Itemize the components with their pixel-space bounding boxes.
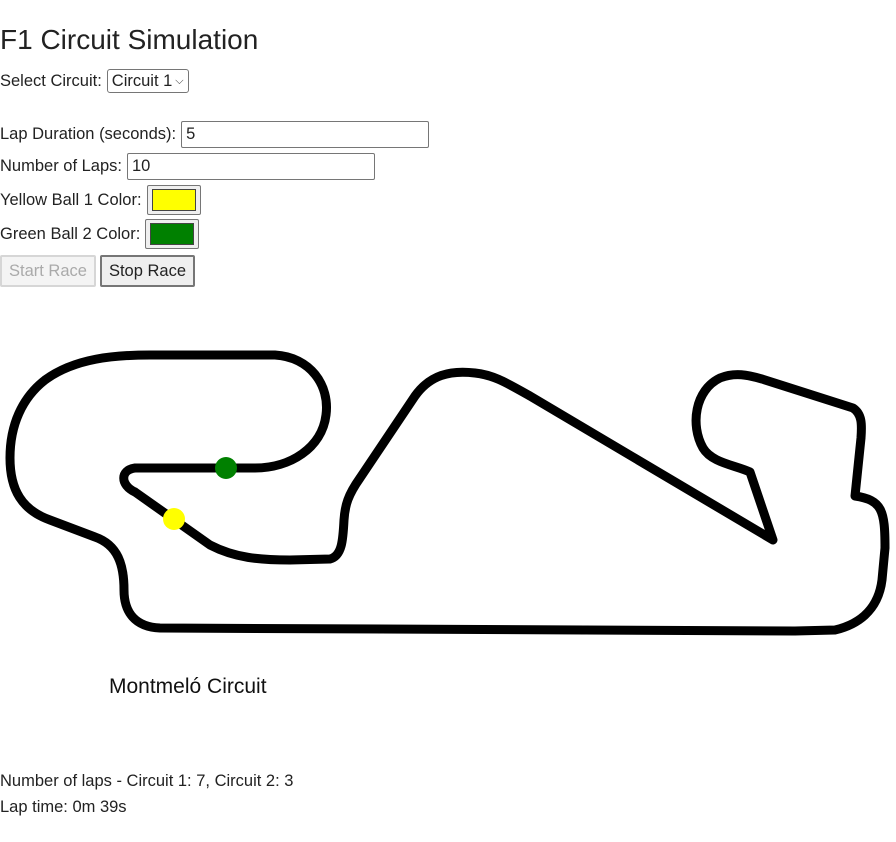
circuit-select[interactable]: Circuit 1 ⌵	[106, 69, 189, 93]
ball2-color-picker[interactable]	[145, 219, 200, 249]
ball1-color-picker[interactable]	[146, 185, 201, 215]
page-title: F1 Circuit Simulation	[0, 24, 259, 55]
green-ball	[215, 457, 237, 479]
lap-time-status: Lap time: 0m 39s	[0, 798, 127, 816]
lap-duration-input[interactable]: 5	[181, 121, 430, 148]
circuit-track-canvas	[5, 350, 890, 636]
laps-input[interactable]: 10	[126, 153, 375, 180]
laps-value: 10	[131, 157, 151, 175]
circuit-track-outline	[5, 350, 890, 636]
lap-duration-row: Lap Duration (seconds): 5	[0, 121, 430, 148]
ball1-color-swatch	[151, 189, 196, 211]
race-buttons-row: Start Race Stop Race	[0, 255, 199, 287]
ball2-color-label: Green Ball 2 Color:	[0, 224, 141, 243]
ball1-color-label: Yellow Ball 1 Color:	[0, 190, 142, 209]
ball2-color-row: Green Ball 2 Color:	[0, 219, 200, 249]
circuit-select-label: Select Circuit:	[0, 71, 102, 90]
lap-duration-label: Lap Duration (seconds):	[0, 125, 177, 143]
laps-count-status: Number of laps - Circuit 1: 7, Circuit 2…	[0, 772, 294, 790]
circuit-select-row: Select Circuit: Circuit 1 ⌵	[0, 69, 189, 93]
lap-duration-value: 5	[186, 125, 196, 143]
laps-row: Number of Laps: 10	[0, 153, 375, 180]
start-race-button[interactable]: Start Race	[0, 255, 96, 287]
yellow-ball	[163, 508, 185, 530]
stop-race-button[interactable]: Stop Race	[99, 255, 195, 287]
laps-label: Number of Laps:	[0, 157, 122, 175]
circuit-name: Montmeló Circuit	[109, 675, 267, 698]
ball2-color-swatch	[150, 223, 195, 245]
ball1-color-row: Yellow Ball 1 Color:	[0, 185, 201, 215]
circuit-select-value: Circuit 1	[111, 71, 173, 90]
chevron-down-icon: ⌵	[175, 74, 184, 87]
